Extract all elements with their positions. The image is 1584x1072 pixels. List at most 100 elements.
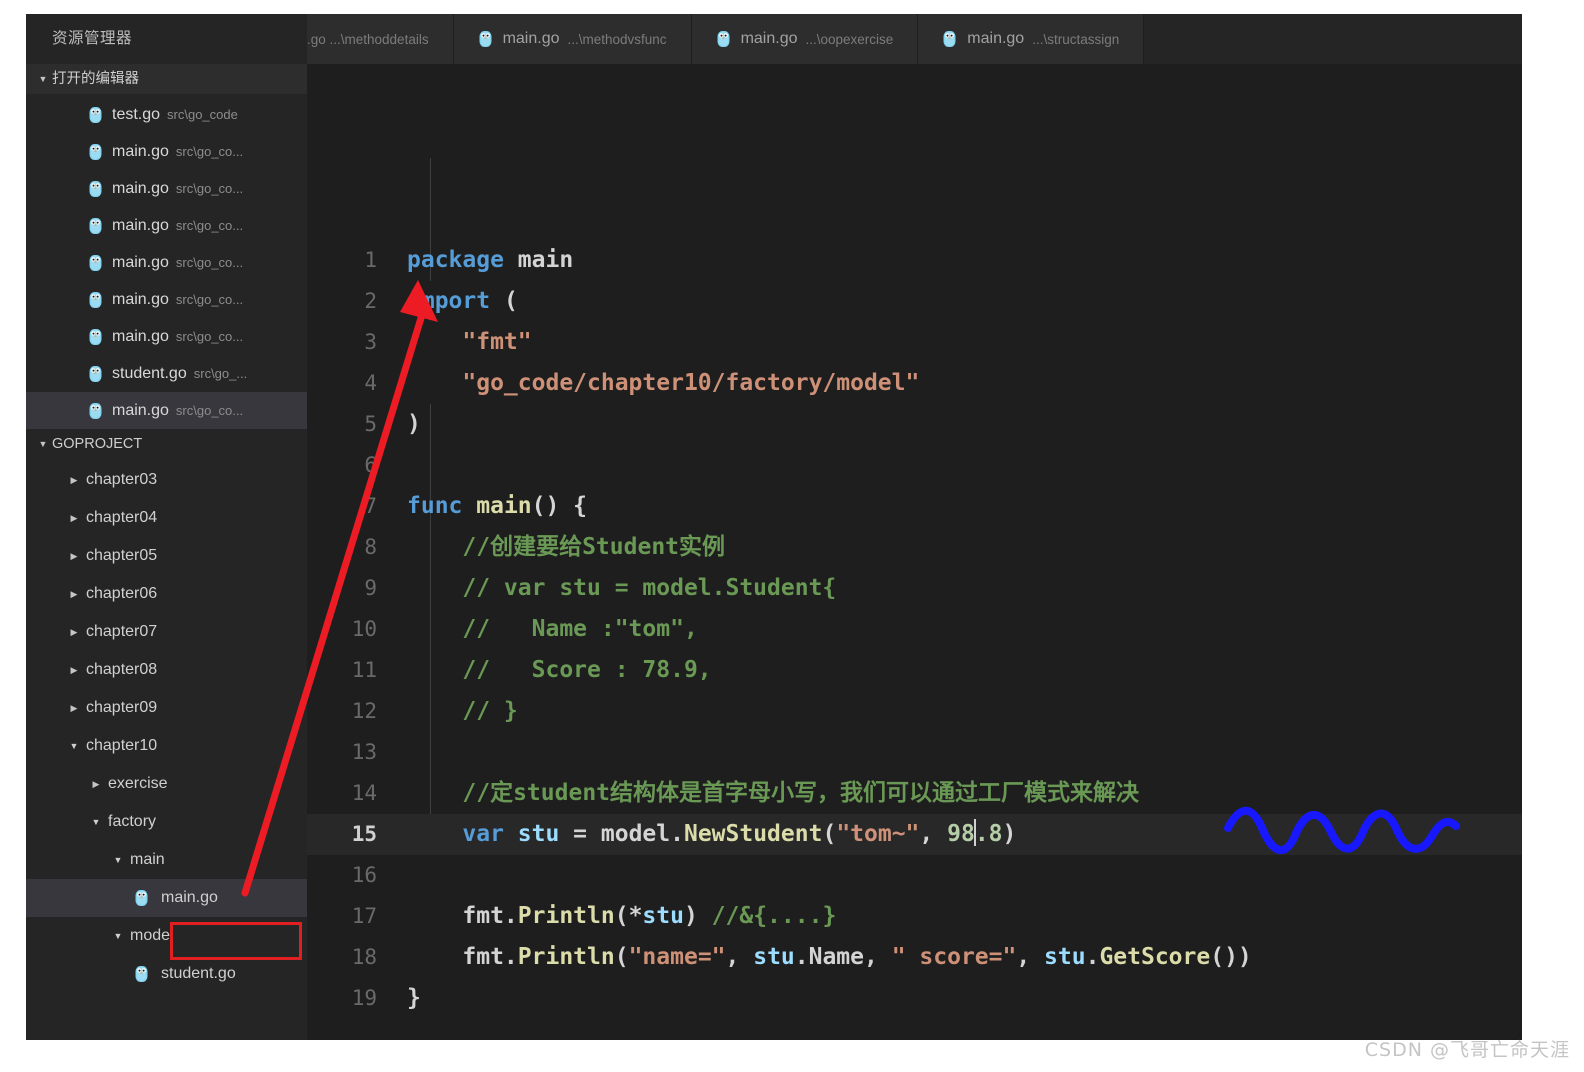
open-editor-item[interactable]: main.go src\go_co... [26,244,307,281]
code-line[interactable]: 15 var stu = model.NewStudent("tom~", 98… [307,814,1522,855]
code-line-content[interactable]: var stu = model.NewStudent("tom~", 98.8) [407,814,1522,855]
code-line[interactable]: 4 "go_code/chapter10/factory/model" [307,363,1522,404]
editor-tab[interactable]: .go ...\methoddetails [307,14,454,64]
go-file-icon [478,30,493,48]
chevron-right-icon[interactable]: ▶ [66,703,82,714]
open-editor-item[interactable]: main.go src\go_co... [26,318,307,355]
code-line-content[interactable]: // Name :"tom", [407,609,1522,650]
tree-file-item[interactable]: student.go [26,955,307,993]
tree-folder-item[interactable]: ▶ chapter04 [26,499,307,537]
chevron-right-icon[interactable]: ▶ [66,589,82,600]
code-line[interactable]: 11 // Score : 78.9, [307,650,1522,691]
tree-folder-item[interactable]: ▶ chapter08 [26,651,307,689]
tree-folder-item[interactable]: ▼ main [26,841,307,879]
chevron-right-icon[interactable]: ▶ [66,627,82,638]
code-line-content[interactable]: package main [407,240,1522,281]
code-token: // } [407,698,518,724]
code-editor[interactable]: 1 package main 2 import (3 "fmt" 4 "go_code/… [307,64,1522,1040]
code-token: .8 [974,821,1003,847]
open-editor-item[interactable]: main.go src\go_co... [26,133,307,170]
code-line-content[interactable]: import ( [407,281,1522,322]
code-line[interactable]: 7 func main() { [307,486,1522,527]
open-editor-item[interactable]: main.go src\go_co... [26,392,307,429]
chevron-right-icon[interactable]: ▶ [66,475,82,486]
code-line[interactable]: 13 [307,732,1522,773]
tree-folder-item[interactable]: ▶ exercise [26,765,307,803]
tree-folder-item[interactable]: ▼ factory [26,803,307,841]
code-line-content[interactable]: //定student结构体是首字母小写，我们可以通过工厂模式来解决 [407,773,1522,814]
code-line[interactable]: 16 [307,855,1522,896]
line-number: 10 [351,617,377,641]
code-line-content[interactable]: fmt.Println("name=", stu.Name, " score="… [407,937,1522,978]
tree-item-label: chapter06 [86,585,158,602]
code-line-content[interactable]: } [407,978,1522,1019]
code-line[interactable]: 9 // var stu = model.Student{ [307,568,1522,609]
code-token: package [407,247,518,273]
code-line[interactable]: 1 package main [307,240,1522,281]
open-editor-item[interactable]: main.go src\go_co... [26,207,307,244]
open-editor-item[interactable]: student.go src\go_... [26,355,307,392]
tree-folder-item[interactable]: ▶ chapter05 [26,537,307,575]
tree-item-label: chapter10 [86,737,158,754]
editor-tab[interactable]: main.go ...\oopexercise [691,14,919,64]
code-line[interactable]: 2 import ( [307,281,1522,322]
code-line[interactable]: 14 //定student结构体是首字母小写，我们可以通过工厂模式来解决 [307,773,1522,814]
code-token: = [559,821,601,847]
code-line[interactable]: 6 [307,445,1522,486]
chevron-down-icon[interactable]: ▼ [110,931,126,941]
code-line-content[interactable]: // } [407,691,1522,732]
line-number: 5 [364,412,377,436]
line-number: 17 [351,904,377,928]
tree-folder-item[interactable]: ▶ chapter09 [26,689,307,727]
code-line[interactable]: 17 fmt.Println(*stu) //&{....} [307,896,1522,937]
chevron-down-icon[interactable]: ▼ [110,855,126,865]
code-line-content[interactable]: fmt.Println(*stu) //&{....} [407,896,1522,937]
chevron-down-icon[interactable]: ▼ [88,817,104,827]
open-editor-filepath: src\go_co... [175,181,244,196]
tree-item-label: chapter07 [86,623,158,640]
line-number: 2 [364,289,377,313]
tree-folder-item[interactable]: ▶ chapter07 [26,613,307,651]
code-lines[interactable]: 1 package main 2 import (3 "fmt" 4 "go_code/… [307,64,1522,1019]
tree-file-item[interactable]: main.go [26,879,307,917]
csdn-watermark: CSDN @飞哥亡命天涯 [1364,1039,1570,1061]
code-token: () { [531,493,588,519]
open-editor-item[interactable]: main.go src\go_co... [26,170,307,207]
chevron-right-icon[interactable]: ▶ [66,513,82,524]
editor-tab[interactable]: main.go ...\structassign [918,14,1145,64]
code-line[interactable]: 5) [307,404,1522,445]
tree-folder-item[interactable]: ▶ chapter06 [26,575,307,613]
open-editor-item[interactable]: test.go src\go_code [26,96,307,133]
tree-folder-item[interactable]: ▼ chapter10 [26,727,307,765]
chevron-right-icon[interactable]: ▶ [66,551,82,562]
open-editor-filepath: src\go_code [167,107,238,122]
open-editors-section-header[interactable]: ▼ 打开的编辑器 [26,64,307,94]
open-editor-item[interactable]: main.go src\go_co... [26,281,307,318]
code-line[interactable]: 8 //创建要给Student实例 [307,527,1522,568]
code-line-content[interactable]: func main() { [407,486,1522,527]
code-token: GetScore [1099,944,1211,970]
code-line[interactable]: 3 "fmt" [307,322,1522,363]
code-token: } [407,985,421,1011]
code-line-content[interactable]: //创建要给Student实例 [407,527,1522,568]
code-line-content[interactable]: // var stu = model.Student{ [407,568,1522,609]
chevron-down-icon[interactable]: ▼ [66,741,82,751]
code-line[interactable]: 12 // } [307,691,1522,732]
code-line-content[interactable]: "go_code/chapter10/factory/model" [407,363,1522,404]
editor-tab[interactable]: main.go ...\methodvsfunc [453,14,692,64]
code-line[interactable]: 18 fmt.Println("name=", stu.Name, " scor… [307,937,1522,978]
code-line-content[interactable]: "fmt" [407,322,1522,363]
code-token: NewStudent [683,821,823,847]
code-line-content[interactable]: ) [407,404,1522,445]
open-editor-filepath: src\go_... [193,366,248,381]
code-token: "name=" [628,944,726,970]
code-line[interactable]: 19} [307,978,1522,1019]
project-section-header[interactable]: ▼ GOPROJECT [26,429,307,459]
tree-folder-item[interactable]: ▶ chapter03 [26,461,307,499]
chevron-right-icon[interactable]: ▶ [66,665,82,676]
code-line[interactable]: 10 // Name :"tom", [307,609,1522,650]
code-line-content[interactable]: // Score : 78.9, [407,650,1522,691]
code-token: //定student结构体是首字母小写，我们可以通过工厂模式来解决 [407,780,1140,806]
chevron-right-icon[interactable]: ▶ [88,779,104,790]
open-editor-filename: main.go [112,327,169,345]
